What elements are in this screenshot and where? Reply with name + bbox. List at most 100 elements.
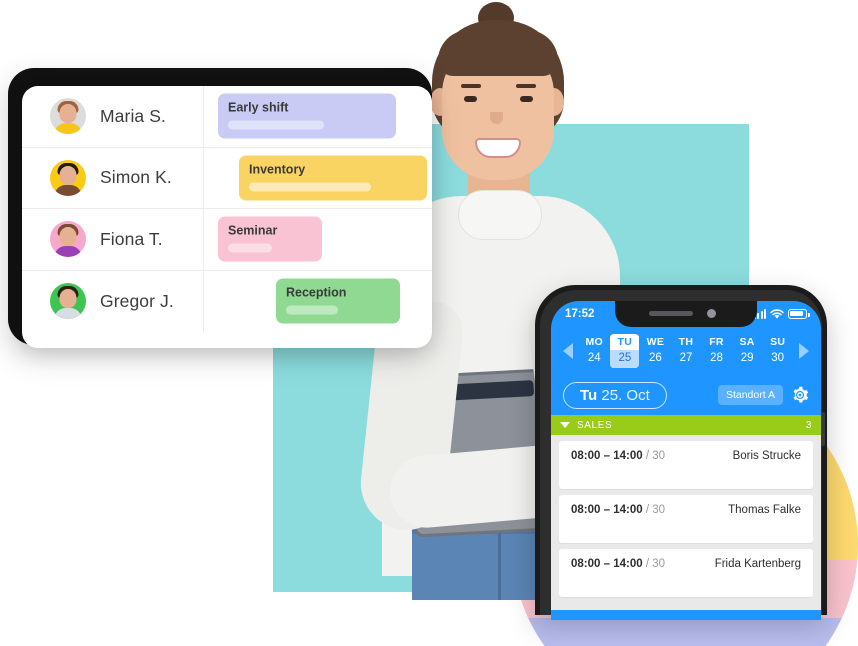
day-cell-number: 30 — [771, 352, 785, 364]
shift-break-minutes: / 30 — [645, 504, 666, 516]
day-cell-number: 29 — [740, 352, 754, 364]
status-icon-group — [753, 308, 810, 320]
shift-card-time: 08:00 – 14:00 / 30 — [571, 558, 665, 570]
day-list: MO 24 TU 25 WE 26 TH 27 FR 28 SA 29 SU 30 — [579, 334, 793, 368]
day-cell-weekday: TH — [678, 336, 694, 348]
shift-break-minutes: / 30 — [645, 450, 666, 462]
shift-chip[interactable]: Inventory — [239, 155, 427, 201]
shift-break-minutes: / 30 — [645, 558, 666, 570]
shift-chip-label: Inventory — [249, 162, 306, 177]
gear-icon[interactable] — [791, 386, 809, 404]
person-eye-right — [520, 96, 533, 102]
phone-power-button[interactable] — [821, 412, 825, 446]
table-row[interactable]: Fiona T. Seminar — [22, 209, 432, 271]
next-week-button[interactable] — [793, 327, 815, 375]
person-brow-left — [461, 84, 481, 88]
roster-table: Maria S. Early shift Simon K. Inventory Fion… — [22, 86, 432, 332]
shift-group-header[interactable]: SALES 3 — [551, 415, 821, 435]
shift-chip[interactable]: Seminar — [218, 216, 322, 262]
day-cell-su[interactable]: SU 30 — [763, 334, 792, 368]
roster-person-cell: Maria S. — [22, 86, 204, 147]
shift-card-person: Boris Strucke — [732, 450, 801, 462]
tablet-screen: Maria S. Early shift Simon K. Inventory Fion… — [22, 86, 432, 348]
shift-card-person: Frida Kartenberg — [714, 558, 801, 570]
caret-down-icon — [560, 422, 570, 428]
roster-shift-cell: Inventory — [204, 148, 432, 209]
shift-group-count: 3 — [805, 419, 812, 431]
roster-shift-cell: Early shift — [204, 86, 432, 147]
person-eye-left — [464, 96, 477, 102]
roster-person-name: Maria S. — [100, 105, 166, 126]
day-cell-number: 24 — [587, 352, 601, 364]
avatar-maria-s — [50, 98, 86, 135]
roster-person-cell: Gregor J. — [22, 270, 204, 332]
roster-person-name: Fiona T. — [100, 228, 163, 249]
shift-time-range: 08:00 – 14:00 — [571, 558, 643, 570]
shift-chip[interactable]: Early shift — [218, 93, 396, 139]
earpiece-speaker-icon — [649, 311, 693, 316]
phone-screen: 17:52 MO 24 TU 25 WE 26 TH 27 FR 28 SA 29 SU 30 — [551, 301, 821, 620]
week-day-selector: MO 24 TU 25 WE 26 TH 27 FR 28 SA 29 SU 30 — [551, 327, 821, 375]
person-fringe — [438, 30, 558, 76]
day-cell-number: 27 — [679, 352, 693, 364]
wifi-icon — [770, 308, 784, 319]
table-row[interactable]: Gregor J. Reception — [22, 270, 432, 333]
day-cell-weekday: SA — [739, 336, 755, 348]
shift-chip-label: Reception — [286, 285, 347, 300]
roster-shift-cell: Seminar — [204, 209, 432, 270]
shift-card[interactable]: 08:00 – 14:00 / 30 Boris Strucke — [559, 441, 813, 489]
roster-person-name: Gregor J. — [100, 290, 174, 311]
status-time: 17:52 — [565, 308, 595, 320]
hero-illustration: Maria S. Early shift Simon K. Inventory Fion… — [0, 0, 858, 646]
phone-device: 17:52 MO 24 TU 25 WE 26 TH 27 FR 28 SA 29 SU 30 — [535, 285, 827, 620]
circle-band-lavender — [512, 618, 858, 646]
person-brow-right — [516, 84, 536, 88]
prev-week-button[interactable] — [557, 327, 579, 375]
day-cell-weekday: MO — [585, 336, 604, 348]
shift-chip[interactable]: Reception — [276, 278, 400, 324]
roster-person-name: Simon K. — [100, 167, 172, 188]
front-camera-icon — [707, 309, 716, 318]
chevron-right-icon — [799, 343, 809, 359]
current-date-pill[interactable]: Tu 25. Oct — [563, 381, 667, 409]
shift-chip-label: Seminar — [228, 223, 278, 238]
chevron-left-icon — [563, 343, 573, 359]
shift-card-time: 08:00 – 14:00 / 30 — [571, 504, 665, 516]
shift-card-person: Thomas Falke — [728, 504, 801, 516]
roster-person-cell: Simon K. — [22, 147, 204, 208]
roster-person-cell: Fiona T. — [22, 209, 204, 270]
shift-card-time: 08:00 – 14:00 / 30 — [571, 450, 665, 462]
phone-bezel: 17:52 MO 24 TU 25 WE 26 TH 27 FR 28 SA 29 SU 30 — [540, 290, 825, 620]
day-cell-mo[interactable]: MO 24 — [580, 334, 609, 368]
shift-chip-progress — [286, 305, 338, 315]
date-rest: 25. Oct — [597, 386, 650, 404]
day-cell-number: 28 — [710, 352, 723, 364]
date-weekday: Tu — [580, 386, 598, 404]
avatar-fiona-t — [50, 221, 86, 258]
avatar-gregor-j — [50, 283, 86, 320]
roster-shift-cell: Reception — [204, 271, 432, 333]
day-cell-weekday: SU — [770, 336, 786, 348]
day-cell-sa[interactable]: SA 29 — [733, 334, 762, 368]
shift-list: 08:00 – 14:00 / 30 Boris Strucke 08:00 – 1… — [551, 435, 821, 610]
battery-icon — [788, 309, 810, 319]
day-cell-weekday: TU — [610, 335, 640, 350]
location-filter-button[interactable]: Standort A — [717, 385, 783, 405]
shift-chip-progress — [249, 182, 371, 192]
person-smile — [475, 138, 521, 158]
date-toolbar: Tu 25. Oct Standort A — [551, 375, 821, 415]
table-row[interactable]: Simon K. Inventory — [22, 147, 432, 209]
day-cell-fr[interactable]: FR 28 — [702, 334, 731, 368]
shift-card[interactable]: 08:00 – 14:00 / 30 Frida Kartenberg — [559, 549, 813, 597]
day-cell-tu[interactable]: TU 25 — [610, 334, 640, 368]
day-cell-we[interactable]: WE 26 — [641, 334, 670, 368]
day-cell-number: 25 — [610, 350, 640, 368]
shift-chip-label: Early shift — [228, 100, 289, 115]
day-cell-th[interactable]: TH 27 — [671, 334, 700, 368]
day-cell-number: 26 — [649, 352, 662, 364]
avatar-simon-k — [50, 159, 86, 196]
shift-time-range: 08:00 – 14:00 — [571, 504, 643, 516]
day-cell-weekday: WE — [646, 336, 665, 348]
shift-card[interactable]: 08:00 – 14:00 / 30 Thomas Falke — [559, 495, 813, 543]
table-row[interactable]: Maria S. Early shift — [22, 86, 432, 148]
